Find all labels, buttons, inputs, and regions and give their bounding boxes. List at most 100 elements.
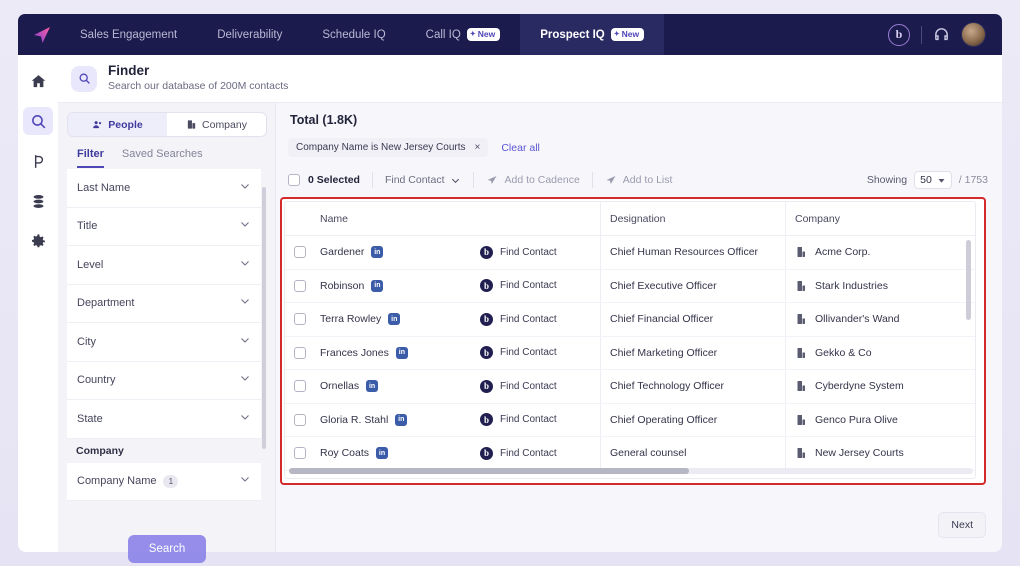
filter-scrollbar[interactable] <box>262 187 266 449</box>
table-row[interactable]: RobinsoninbFind ContactChief Executive O… <box>285 270 975 304</box>
nav-item-deliverability[interactable]: Deliverability <box>197 14 302 55</box>
contact-name[interactable]: Robinson <box>320 280 364 292</box>
brand-b-icon: b <box>480 246 493 259</box>
linkedin-icon[interactable]: in <box>366 380 378 392</box>
find-contact-cell[interactable]: bFind Contact <box>480 413 600 426</box>
find-contact-dropdown[interactable]: Find Contact <box>385 174 462 186</box>
chevron-down-icon <box>450 175 461 186</box>
row-checkbox[interactable] <box>294 414 306 426</box>
contact-name[interactable]: Frances Jones <box>320 347 389 359</box>
filter-item-title[interactable]: Title <box>67 208 261 247</box>
find-contact-cell[interactable]: bFind Contact <box>480 313 600 326</box>
filter-item-country[interactable]: Country <box>67 362 261 401</box>
app-logo[interactable] <box>18 23 60 47</box>
nav-item-prospect-iq[interactable]: Prospect IQ✦New <box>520 14 664 55</box>
find-contact-cell[interactable]: bFind Contact <box>480 346 600 359</box>
avatar[interactable] <box>961 22 986 47</box>
chevron-down-icon <box>239 333 251 351</box>
linkedin-icon[interactable]: in <box>388 313 400 325</box>
clear-all-link[interactable]: Clear all <box>501 142 540 154</box>
rail-item-settings[interactable] <box>23 227 53 255</box>
find-contact-cell[interactable]: bFind Contact <box>480 380 600 393</box>
nav-item-label: Schedule IQ <box>322 29 385 41</box>
add-to-cadence-button[interactable]: Add to Cadence <box>486 174 579 186</box>
filter-item-state[interactable]: State <box>67 400 261 439</box>
table-vertical-scrollbar[interactable] <box>966 240 971 320</box>
row-checkbox[interactable] <box>294 347 306 359</box>
filter-chip[interactable]: Company Name is New Jersey Courts × <box>288 138 488 157</box>
nav-divider <box>921 26 922 44</box>
contact-name[interactable]: Gardener <box>320 246 364 258</box>
rail-item-search[interactable] <box>23 107 53 135</box>
table-row[interactable]: GardenerinbFind ContactChief Human Resou… <box>285 236 975 270</box>
search-button[interactable]: Search <box>128 535 206 563</box>
filter-item-company-name[interactable]: Company Name1 <box>67 463 261 502</box>
nav-item-call-iq[interactable]: Call IQ✦New <box>406 14 521 55</box>
contact-name[interactable]: Gloria R. Stahl <box>320 414 388 426</box>
brand-b-icon: b <box>480 413 493 426</box>
filter-item-level[interactable]: Level <box>67 246 261 285</box>
filter-item-last-name[interactable]: Last Name <box>67 169 261 208</box>
select-all-checkbox[interactable] <box>288 174 300 186</box>
row-checkbox[interactable] <box>294 246 306 258</box>
rail-item-data[interactable] <box>23 187 53 215</box>
linkedin-icon[interactable]: in <box>371 246 383 258</box>
nav-right-actions: b <box>888 22 1002 47</box>
contact-name[interactable]: Terra Rowley <box>320 313 381 325</box>
filter-sidebar: PeopleCompany Filter Saved Searches Last … <box>58 103 276 552</box>
linkedin-icon[interactable]: in <box>395 414 407 426</box>
table-row[interactable]: OrnellasinbFind ContactChief Technology … <box>285 370 975 404</box>
find-contact-label: Find Contact <box>500 381 557 392</box>
linkedin-icon[interactable]: in <box>376 447 388 459</box>
headset-icon[interactable] <box>933 26 950 43</box>
table-horizontal-scrollbar-thumb[interactable] <box>289 468 689 474</box>
nav-item-schedule-iq[interactable]: Schedule IQ <box>302 14 405 55</box>
add-to-list-button[interactable]: Add to List <box>605 174 673 186</box>
row-checkbox[interactable] <box>294 380 306 392</box>
column-header-designation[interactable]: Designation <box>600 202 785 235</box>
segment-company[interactable]: Company <box>167 113 266 136</box>
row-checkbox[interactable] <box>294 280 306 292</box>
brand-badge-icon[interactable]: b <box>888 24 910 46</box>
segment-people[interactable]: People <box>68 113 167 136</box>
nav-item-label: Call IQ <box>426 29 461 41</box>
table-horizontal-scrollbar-track[interactable] <box>289 468 973 474</box>
find-contact-cell[interactable]: bFind Contact <box>480 279 600 292</box>
next-button[interactable]: Next <box>938 512 986 538</box>
filter-item-department[interactable]: Department <box>67 285 261 324</box>
chevron-down-icon <box>239 371 251 389</box>
brand-b-icon: b <box>480 346 493 359</box>
building-icon <box>795 246 807 258</box>
page-size-select[interactable]: 50 <box>914 171 952 189</box>
left-icon-rail <box>18 55 58 552</box>
cell-name: Roy Coats in <box>315 447 480 459</box>
row-checkbox[interactable] <box>294 313 306 325</box>
contact-name[interactable]: Roy Coats <box>320 447 369 459</box>
close-icon[interactable]: × <box>475 142 481 153</box>
table-row[interactable]: Terra RowleyinbFind ContactChief Financi… <box>285 303 975 337</box>
row-checkbox[interactable] <box>294 447 306 459</box>
rail-item-home[interactable] <box>23 67 53 95</box>
table-row[interactable]: Frances JonesinbFind ContactChief Market… <box>285 337 975 371</box>
rail-item-prospect[interactable] <box>23 147 53 175</box>
tab-filter[interactable]: Filter <box>77 148 104 168</box>
chevron-down-icon <box>239 217 251 235</box>
find-contact-cell[interactable]: b Find Contact <box>480 246 600 259</box>
nav-item-label: Deliverability <box>217 29 282 41</box>
find-contact-label: Find Contact <box>500 247 557 258</box>
linkedin-icon[interactable]: in <box>371 280 383 292</box>
column-header-name[interactable]: Name <box>315 213 480 225</box>
linkedin-icon[interactable]: in <box>396 347 408 359</box>
column-header-company[interactable]: Company <box>785 202 965 235</box>
table-row[interactable]: Roy CoatsinbFind ContactGeneral counselN… <box>285 437 975 471</box>
find-contact-cell[interactable]: bFind Contact <box>480 447 600 460</box>
company-name: Genco Pura Olive <box>815 414 898 426</box>
nav-item-sales-engagement[interactable]: Sales Engagement <box>60 14 197 55</box>
filter-item-city[interactable]: City <box>67 323 261 362</box>
table-row[interactable]: Gloria R. StahlinbFind ContactChief Oper… <box>285 404 975 438</box>
new-badge: ✦New <box>611 28 644 41</box>
finder-search-icon <box>71 66 97 92</box>
row-checkbox-cell <box>285 347 315 359</box>
tab-saved-searches[interactable]: Saved Searches <box>122 148 203 168</box>
contact-name[interactable]: Ornellas <box>320 380 359 392</box>
